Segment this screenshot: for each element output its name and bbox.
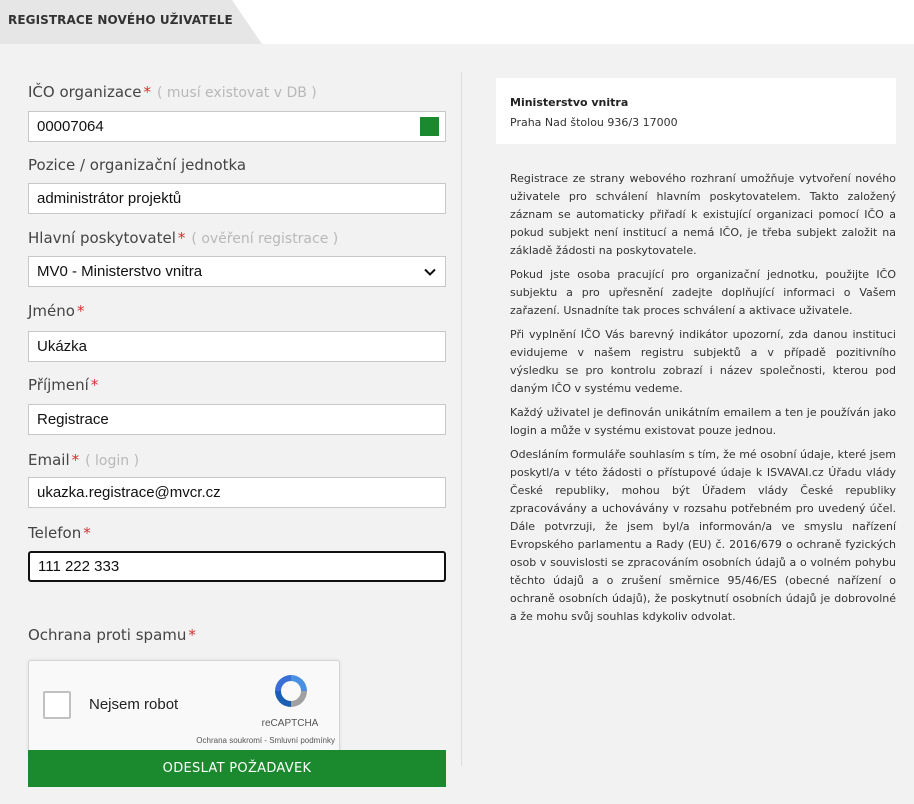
organization-address: Praha Nad štolou 936/3 17000 — [510, 116, 678, 129]
first-name-label: Jméno — [28, 302, 75, 320]
last-name-label: Příjmení — [28, 376, 89, 394]
phone-field[interactable] — [28, 551, 446, 582]
info-paragraph: Při vyplnění IČO Vás barevný indikátor u… — [510, 328, 896, 395]
ico-label-row: IČO organizace * ( musí existovat v DB ) — [28, 83, 317, 101]
first-name-input[interactable] — [29, 332, 445, 361]
phone-label-row: Telefon * — [28, 524, 91, 542]
recaptcha-label: Nejsem robot — [89, 696, 179, 713]
tab-title: REGISTRACE NOVÉHO UŽIVATELE — [8, 13, 233, 27]
phone-label: Telefon — [28, 524, 82, 542]
ico-label: IČO organizace — [28, 83, 142, 101]
email-input[interactable] — [29, 478, 445, 507]
provider-hint: ( ověření registrace ) — [191, 231, 339, 247]
position-field[interactable] — [28, 183, 446, 214]
organization-box: Ministerstvo vnitra Praha Nad štolou 936… — [496, 78, 896, 144]
ico-field[interactable] — [28, 111, 446, 142]
email-hint: ( login ) — [85, 453, 140, 469]
last-name-label-row: Příjmení * — [28, 376, 98, 394]
position-label: Pozice / organizační jednotka — [28, 156, 247, 174]
recaptcha-checkbox[interactable] — [43, 691, 71, 719]
first-name-label-row: Jméno * — [28, 302, 84, 320]
info-text: Registrace ze strany webového rozhraní u… — [510, 170, 896, 632]
column-divider — [461, 72, 462, 766]
ico-hint: ( musí existovat v DB ) — [156, 85, 317, 101]
last-name-input[interactable] — [29, 405, 445, 434]
email-field[interactable] — [28, 477, 446, 508]
recaptcha-brand: reCAPTCHA — [261, 718, 319, 729]
spam-label-row: Ochrana proti spamu * — [28, 626, 196, 644]
required-mark: * — [188, 626, 196, 644]
required-mark: * — [76, 302, 85, 320]
recaptcha-logo-icon — [275, 675, 307, 707]
ico-status-indicator — [420, 117, 439, 136]
organization-name: Ministerstvo vnitra — [510, 96, 629, 109]
phone-input[interactable] — [30, 553, 444, 580]
ico-input[interactable] — [29, 112, 445, 141]
required-mark: * — [83, 524, 91, 542]
recaptcha-terms-link[interactable]: Ochrana soukromí - Smluvní podmínky — [169, 736, 335, 745]
info-paragraph: Odesláním formuláře souhlasím s tím, že … — [510, 448, 896, 623]
provider-select[interactable]: MV0 - Ministerstvo vnitra — [28, 256, 446, 287]
last-name-field[interactable] — [28, 404, 446, 435]
info-paragraph: Pokud jste osoba pracující pro organizač… — [510, 268, 896, 317]
submit-button[interactable]: ODESLAT POŽADAVEK — [28, 750, 446, 787]
email-label: Email — [28, 451, 70, 469]
required-mark: * — [177, 229, 186, 247]
position-label-row: Pozice / organizační jednotka — [28, 156, 246, 174]
required-mark: * — [90, 376, 99, 394]
email-label-row: Email * ( login ) — [28, 451, 139, 469]
recaptcha-widget: Nejsem robot reCAPTCHA Ochrana soukromí … — [28, 660, 340, 755]
provider-label: Hlavní poskytovatel — [28, 229, 176, 247]
chevron-down-icon — [424, 268, 436, 276]
info-paragraph: Registrace ze strany webového rozhraní u… — [510, 172, 896, 257]
form-tab: REGISTRACE NOVÉHO UŽIVATELE — [0, 0, 262, 44]
info-paragraph: Každý uživatel je definován unikátním em… — [510, 406, 896, 437]
spam-label: Ochrana proti spamu — [28, 626, 187, 644]
provider-selected-value: MV0 - Ministerstvo vnitra — [37, 263, 203, 280]
required-mark: * — [71, 451, 80, 469]
provider-label-row: Hlavní poskytovatel * ( ověření registrace… — [28, 229, 338, 247]
first-name-field[interactable] — [28, 331, 446, 362]
position-input[interactable] — [29, 184, 445, 213]
required-mark: * — [143, 83, 151, 101]
